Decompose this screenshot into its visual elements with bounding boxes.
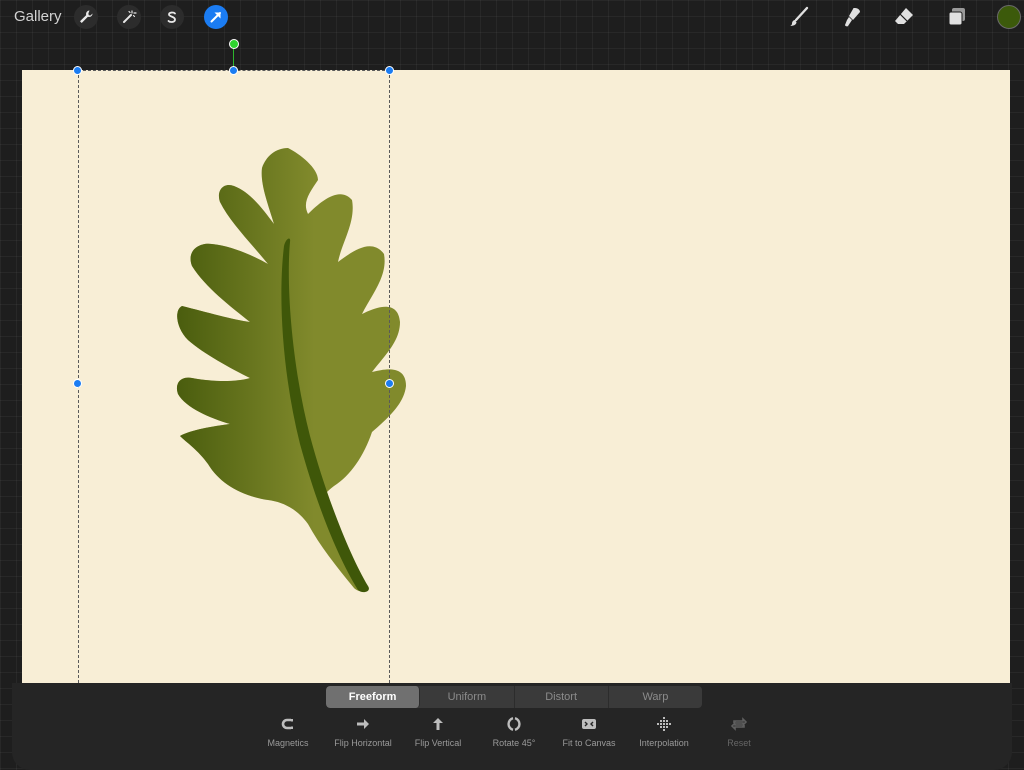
smudge-button[interactable] — [839, 5, 865, 29]
wrench-icon — [80, 10, 93, 23]
color-swatch-button[interactable] — [997, 5, 1021, 29]
top-toolbar: Gallery — [0, 0, 1024, 34]
layers-button[interactable] — [944, 5, 970, 29]
adjustments-wand-button[interactable] — [117, 5, 141, 29]
handle-top-right[interactable] — [385, 66, 394, 75]
mode-uniform[interactable]: Uniform — [420, 686, 515, 708]
eraser-button[interactable] — [891, 5, 917, 29]
reset-button[interactable]: Reset — [694, 716, 784, 748]
transform-actions: Magnetics Flip Horizontal Flip Vertical … — [0, 716, 1024, 756]
reset-label: Reset — [727, 738, 751, 748]
transform-button[interactable] — [204, 5, 228, 29]
smudge-icon — [845, 8, 860, 27]
brush-button[interactable] — [786, 5, 812, 29]
mode-freeform[interactable]: Freeform — [326, 686, 421, 708]
handle-middle-left[interactable] — [73, 379, 82, 388]
actions-wrench-button[interactable] — [74, 5, 98, 29]
mode-warp[interactable]: Warp — [609, 686, 702, 708]
selection-button[interactable] — [160, 5, 184, 29]
handle-middle-right[interactable] — [385, 379, 394, 388]
magic-wand-icon — [123, 10, 137, 23]
handle-top-center[interactable] — [229, 66, 238, 75]
reset-icon — [694, 716, 784, 734]
selection-s-icon — [167, 11, 176, 23]
gallery-button[interactable]: Gallery — [14, 8, 62, 25]
rotation-handle[interactable] — [229, 39, 239, 49]
layers-icon — [948, 8, 965, 26]
transform-mode-selector: Freeform Uniform Distort Warp — [326, 686, 702, 708]
mode-distort[interactable]: Distort — [515, 686, 609, 708]
handle-top-left[interactable] — [73, 66, 82, 75]
transform-bounding-box[interactable] — [78, 70, 390, 683]
brush-icon — [790, 6, 809, 26]
eraser-icon — [895, 8, 913, 24]
transform-arrow-icon — [210, 12, 221, 23]
